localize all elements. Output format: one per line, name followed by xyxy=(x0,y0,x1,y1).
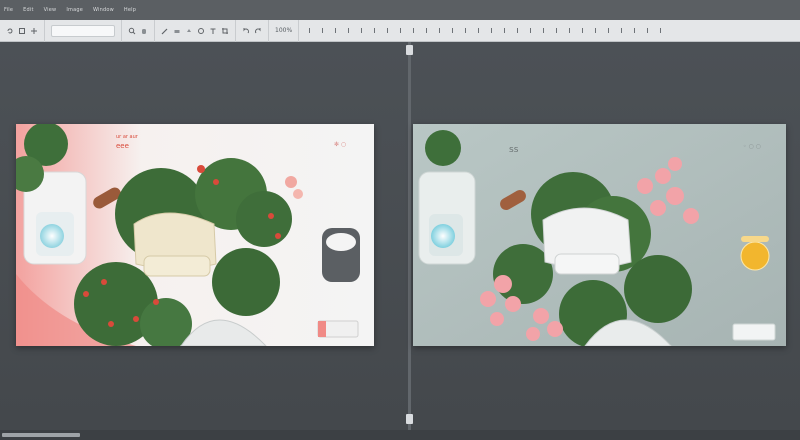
ruler-tick xyxy=(348,28,350,33)
ruler-tick xyxy=(621,28,623,33)
menu-bar: File Edit View Image Window Help xyxy=(0,0,800,20)
menu-item[interactable]: Window xyxy=(93,7,114,13)
ruler xyxy=(299,20,662,42)
ruler-tick xyxy=(387,28,389,33)
redo-icon[interactable] xyxy=(254,27,262,35)
ruler-tick xyxy=(660,28,662,33)
ruler-tick xyxy=(595,28,597,33)
ruler-tick xyxy=(556,28,558,33)
left-garden-render: ur ar aur eee ✻ ○ xyxy=(16,124,374,346)
ruler-tick xyxy=(569,28,571,33)
ruler-tick xyxy=(478,28,480,33)
left-logo-line2: eee xyxy=(116,142,129,150)
ruler-tick xyxy=(647,28,649,33)
zoom-label[interactable]: 100% xyxy=(275,27,292,34)
crop-icon[interactable] xyxy=(221,27,229,35)
eraser-icon[interactable] xyxy=(173,27,181,35)
toolbar-group-zoom: 100% xyxy=(269,19,300,42)
toolbar-group-history xyxy=(236,19,269,42)
hand-icon[interactable] xyxy=(140,27,148,35)
ruler-tick xyxy=(322,28,324,33)
ruler-tick xyxy=(634,28,636,33)
right-garden-render: ꜱꜱ ◦ ○ ○ xyxy=(413,124,786,346)
brush-icon[interactable] xyxy=(161,27,169,35)
toolbar-group-navigation xyxy=(0,19,45,42)
ruler-tick xyxy=(530,28,532,33)
toolbar: 100% xyxy=(0,19,800,42)
shape-icon[interactable] xyxy=(197,27,205,35)
toolbar-group-view xyxy=(122,19,155,42)
menu-item[interactable]: Help xyxy=(124,7,136,13)
splitter-handle-bottom[interactable] xyxy=(406,414,413,424)
status-progress-track xyxy=(2,433,80,437)
ruler-tick xyxy=(504,28,506,33)
status-bar xyxy=(0,430,800,440)
menu-item[interactable]: View xyxy=(44,7,57,13)
tool-name-input[interactable] xyxy=(51,24,115,37)
right-image-panel[interactable]: ꜱꜱ ◦ ○ ○ xyxy=(413,124,786,346)
menu-item[interactable]: Edit xyxy=(23,7,33,13)
ruler-tick xyxy=(452,28,454,33)
toolbar-group-draw xyxy=(155,19,236,42)
ruler-tick xyxy=(413,28,415,33)
ruler-tick xyxy=(335,28,337,33)
ruler-tick xyxy=(439,28,441,33)
right-logo: ꜱꜱ xyxy=(509,145,519,155)
select-icon[interactable] xyxy=(18,27,26,35)
right-corner-mark: ◦ ○ ○ xyxy=(743,143,761,150)
ruler-tick xyxy=(517,28,519,33)
undo-icon[interactable] xyxy=(242,27,250,35)
ruler-tick xyxy=(374,28,376,33)
text-icon[interactable] xyxy=(209,27,217,35)
rotate-icon[interactable] xyxy=(6,27,14,35)
menu-item[interactable]: File xyxy=(4,7,13,13)
ruler-tick xyxy=(400,28,402,33)
toolbar-group-input xyxy=(45,19,122,42)
fill-icon[interactable] xyxy=(185,27,193,35)
menu-item[interactable]: Image xyxy=(66,7,83,13)
zoom-icon[interactable] xyxy=(128,27,136,35)
splitter-handle-top[interactable] xyxy=(406,45,413,55)
ruler-tick xyxy=(543,28,545,33)
left-logo-line1: ur ar aur xyxy=(116,134,139,140)
ruler-tick xyxy=(309,28,311,33)
move-icon[interactable] xyxy=(30,27,38,35)
left-image-panel[interactable]: ur ar aur eee ✻ ○ xyxy=(16,124,374,346)
ruler-tick xyxy=(491,28,493,33)
ruler-tick xyxy=(426,28,428,33)
workspace: ur ar aur eee ✻ ○ ꜱꜱ ◦ ○ ○ xyxy=(0,42,800,430)
ruler-tick xyxy=(361,28,363,33)
ruler-tick xyxy=(582,28,584,33)
left-corner-mark: ✻ ○ xyxy=(334,141,346,148)
ruler-tick xyxy=(465,28,467,33)
ruler-tick xyxy=(608,28,610,33)
panel-splitter[interactable] xyxy=(408,42,411,430)
